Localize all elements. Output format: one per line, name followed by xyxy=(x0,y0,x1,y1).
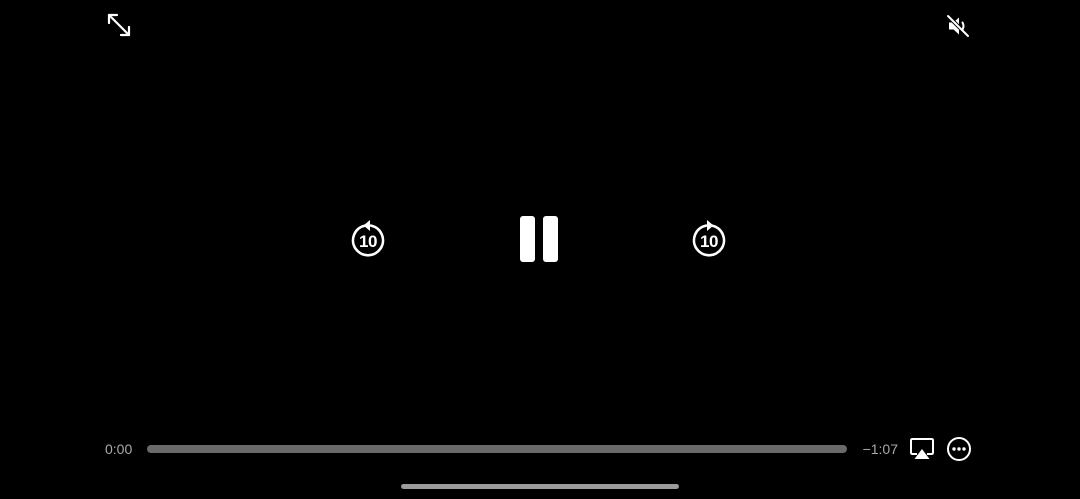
ellipsis-circle-icon xyxy=(947,437,971,461)
remaining-time: −1:07 xyxy=(862,441,898,457)
play-pause-button[interactable] xyxy=(510,210,568,268)
timeline-scrubber[interactable] xyxy=(147,438,847,460)
fullscreen-button[interactable] xyxy=(100,6,138,44)
skip-forward-10-button[interactable]: 10 xyxy=(685,216,733,264)
airplay-icon xyxy=(910,438,934,459)
rotate-right-icon xyxy=(692,220,726,257)
expand-arrows-icon xyxy=(107,13,131,37)
skip-back-10-button[interactable]: 10 xyxy=(344,216,392,264)
more-options-button[interactable] xyxy=(944,434,974,464)
home-indicator xyxy=(401,484,679,489)
video-player[interactable]: 10 10 0:00 −1:07 xyxy=(0,0,1080,499)
elapsed-time: 0:00 xyxy=(105,441,133,457)
pause-icon xyxy=(520,216,558,262)
rotate-left-icon xyxy=(351,220,385,257)
airplay-button[interactable] xyxy=(906,434,938,464)
mute-button[interactable] xyxy=(938,7,978,45)
timeline-track xyxy=(147,445,847,453)
speaker-muted-icon xyxy=(946,14,970,38)
